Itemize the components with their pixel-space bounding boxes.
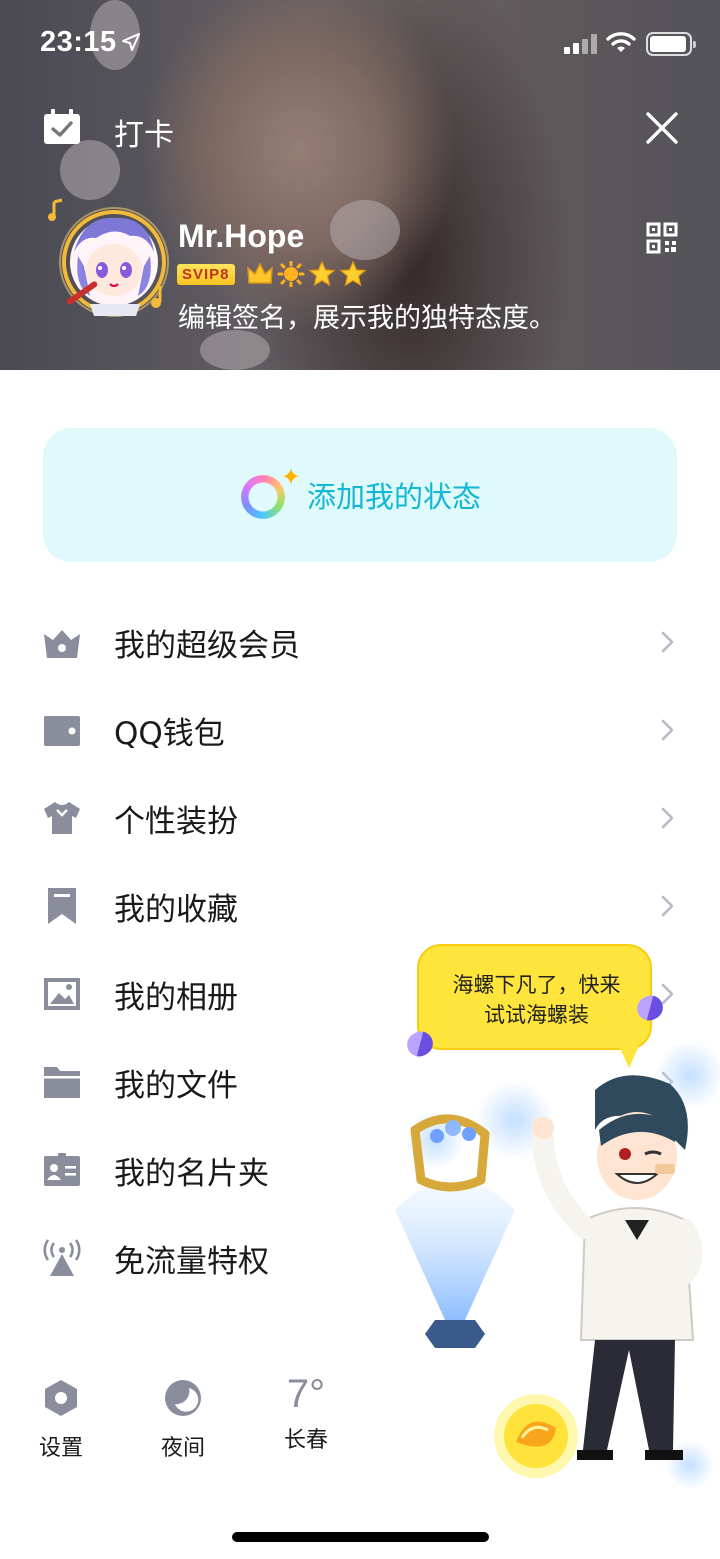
menu-item-label: 我的文件 [114, 1068, 238, 1104]
battery-icon [646, 32, 696, 56]
close-icon[interactable] [644, 110, 680, 146]
chevron-right-icon [661, 895, 674, 917]
menu-item-favorites[interactable]: 我的收藏 [0, 862, 720, 950]
menu-item-super-vip[interactable]: 我的超级会员 [0, 598, 720, 686]
crown-level-icon [246, 262, 273, 284]
tshirt-icon [44, 802, 80, 834]
vip-crown-icon [44, 630, 80, 658]
qr-code-icon[interactable] [646, 222, 678, 254]
settings-label: 设置 [38, 1436, 83, 1461]
antenna-icon [43, 1239, 81, 1276]
shell-promo-button[interactable] [492, 1392, 580, 1480]
status-ring-icon: ✦ [239, 463, 301, 523]
chevron-right-icon [661, 807, 674, 829]
night-label: 夜间 [160, 1436, 205, 1461]
sun-level-icon [277, 261, 305, 287]
bookmark-icon [48, 888, 76, 924]
weather-temperature: 7° [286, 1372, 326, 1416]
photo-icon [44, 978, 80, 1010]
menu-item-label: 免流量特权 [114, 1244, 269, 1280]
night-mode-button[interactable]: 夜间 [152, 1378, 214, 1462]
folder-icon [44, 1067, 80, 1098]
chevron-right-icon [661, 719, 674, 741]
settings-hexagon-icon [45, 1380, 77, 1416]
weather-widget[interactable]: 7° 长春 [274, 1372, 338, 1454]
weather-city: 长春 [283, 1428, 328, 1453]
chevron-right-icon [661, 631, 674, 653]
checkin-label[interactable]: 打卡 [114, 110, 174, 154]
menu-item-qq-wallet[interactable]: QQ钱包 [0, 686, 720, 774]
menu-item-label: 我的收藏 [114, 892, 238, 928]
badge-row[interactable]: SVIP8 [177, 260, 367, 288]
menu-item-label: 个性装扮 [114, 804, 238, 840]
location-arrow-icon [122, 33, 140, 51]
svip-badge: SVIP8 [177, 263, 235, 285]
promo-bubble-text: 海螺下凡了，快来试试海螺装 [452, 973, 621, 1027]
crystal-fountain-icon [395, 1114, 515, 1348]
promo-speech-bubble[interactable]: 海螺下凡了，快来试试海螺装 [417, 944, 652, 1068]
signature-text[interactable]: 编辑签名，展示我的独特态度。 [178, 296, 556, 335]
wifi-icon [606, 32, 636, 52]
menu-item-label: 我的相册 [114, 980, 238, 1016]
status-bar: 23:15 [0, 0, 720, 90]
profile-header: 23:15 打卡 Mr.Hope SVIP8 编辑签名，展示我的独特态度。 [0, 0, 720, 370]
menu-item-label: 我的超级会员 [114, 628, 300, 664]
settings-button[interactable]: 设置 [30, 1378, 92, 1462]
status-time: 23:15 [40, 26, 117, 58]
menu-item-label: QQ钱包 [114, 716, 225, 752]
avatar-frame-icon [48, 198, 169, 317]
avatar[interactable] [44, 186, 174, 326]
menu-item-personal-dress[interactable]: 个性装扮 [0, 774, 720, 862]
calendar-check-icon[interactable] [42, 108, 82, 146]
username[interactable]: Mr.Hope [178, 218, 304, 255]
id-card-icon [44, 1153, 80, 1186]
add-status-label: 添加我的状态 [306, 480, 481, 514]
wallet-icon [44, 716, 80, 746]
moon-icon [165, 1380, 201, 1416]
star-level-icon [338, 261, 367, 287]
star-level-icon [307, 261, 336, 287]
cell-signal-icon [564, 34, 598, 54]
home-indicator[interactable] [232, 1532, 489, 1542]
menu-item-label: 我的名片夹 [114, 1156, 269, 1192]
add-status-button[interactable]: ✦ 添加我的状态 [43, 428, 677, 562]
